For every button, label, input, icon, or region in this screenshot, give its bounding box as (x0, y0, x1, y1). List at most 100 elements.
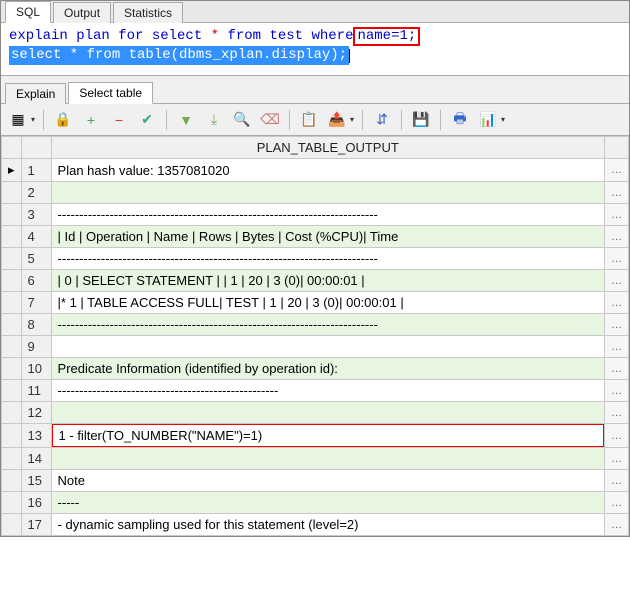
table-row[interactable]: 12… (2, 402, 629, 424)
tab-select-table[interactable]: Select table (68, 82, 153, 104)
sql-editor[interactable]: explain plan for select * from test wher… (1, 23, 629, 76)
cell-plan-output[interactable]: Note (51, 470, 604, 492)
table-row[interactable]: 3---------------------------------------… (2, 204, 629, 226)
save-icon[interactable]: 💾 (410, 109, 432, 131)
row-overflow[interactable]: … (605, 182, 629, 204)
row-number-header (21, 137, 51, 159)
cell-plan-output[interactable]: | Id | Operation | Name | Rows | Bytes |… (51, 226, 604, 248)
table-row[interactable]: ▸1Plan hash value: 1357081020… (2, 159, 629, 182)
cell-plan-output[interactable]: Plan hash value: 1357081020 (51, 159, 604, 182)
dropdown-icon[interactable]: ▾ (350, 115, 354, 124)
cell-plan-output[interactable] (51, 182, 604, 204)
sql-text: * (211, 28, 219, 44)
cell-plan-output[interactable]: ----------------------------------------… (51, 204, 604, 226)
dropdown-icon[interactable]: ▾ (31, 115, 35, 124)
row-number: 13 (21, 424, 51, 448)
row-overflow[interactable]: … (605, 380, 629, 402)
row-number: 9 (21, 336, 51, 358)
add-icon[interactable]: + (80, 109, 102, 131)
row-overflow[interactable]: … (605, 314, 629, 336)
table-row[interactable]: 8---------------------------------------… (2, 314, 629, 336)
table-row[interactable]: 17 - dynamic sampling used for this stat… (2, 514, 629, 536)
fetch-next-icon[interactable]: ▼ (175, 109, 197, 131)
row-overflow[interactable]: … (605, 402, 629, 424)
sql-text: explain plan for select (9, 28, 211, 44)
cell-plan-output[interactable]: 1 - filter(TO_NUMBER("NAME")=1) (51, 424, 604, 448)
find-icon[interactable]: 🔍 (231, 109, 253, 131)
fetch-all-icon[interactable]: ⤓ (203, 109, 225, 131)
row-overflow[interactable]: … (605, 358, 629, 380)
row-overflow[interactable]: … (605, 336, 629, 358)
chart-icon[interactable]: 📊 (477, 109, 499, 131)
table-row[interactable]: 6| 0 | SELECT STATEMENT | | 1 | 20 | 3 (… (2, 270, 629, 292)
table-row[interactable]: 13 1 - filter(TO_NUMBER("NAME")=1)… (2, 424, 629, 448)
row-overflow[interactable]: … (605, 492, 629, 514)
lock-icon[interactable]: 🔒 (52, 109, 74, 131)
table-row[interactable]: 5---------------------------------------… (2, 248, 629, 270)
row-overflow[interactable]: … (605, 159, 629, 182)
row-indicator (2, 358, 22, 380)
row-indicator: ▸ (2, 159, 22, 182)
commit-icon[interactable]: ✔ (136, 109, 158, 131)
export-icon[interactable]: 📤 (326, 109, 348, 131)
table-row[interactable]: 14 … (2, 448, 629, 470)
dropdown-icon[interactable]: ▾ (501, 115, 505, 124)
clear-icon[interactable]: ⌫ (259, 109, 281, 131)
table-row[interactable]: 7|* 1 | TABLE ACCESS FULL| TEST | 1 | 20… (2, 292, 629, 314)
cell-plan-output[interactable]: | 0 | SELECT STATEMENT | | 1 | 20 | 3 (0… (51, 270, 604, 292)
main-tabs: SQL Output Statistics (1, 1, 629, 23)
row-overflow[interactable]: … (605, 248, 629, 270)
column-header[interactable]: PLAN_TABLE_OUTPUT (51, 137, 604, 159)
tab-sql[interactable]: SQL (5, 1, 51, 23)
row-overflow[interactable]: … (605, 270, 629, 292)
remove-icon[interactable]: − (108, 109, 130, 131)
table-row[interactable]: 10Predicate Information (identified by o… (2, 358, 629, 380)
column-overflow (605, 137, 629, 159)
tab-output[interactable]: Output (53, 2, 111, 23)
cell-plan-output[interactable]: - dynamic sampling used for this stateme… (51, 514, 604, 536)
query-builder-icon[interactable]: ⇵ (371, 109, 393, 131)
cell-plan-output[interactable]: ----------------------------------------… (51, 248, 604, 270)
row-indicator (2, 182, 22, 204)
table-row[interactable]: 15Note… (2, 470, 629, 492)
row-overflow[interactable]: … (605, 448, 629, 470)
row-indicator (2, 226, 22, 248)
cell-plan-output[interactable] (51, 402, 604, 424)
row-number: 10 (21, 358, 51, 380)
row-overflow[interactable]: … (605, 226, 629, 248)
cell-plan-output[interactable]: |* 1 | TABLE ACCESS FULL| TEST | 1 | 20 … (51, 292, 604, 314)
tab-explain[interactable]: Explain (5, 83, 66, 104)
row-overflow[interactable]: … (605, 204, 629, 226)
grid-toolbar: ▦▾ 🔒 + − ✔ ▼ ⤓ 🔍 ⌫ 📋 📤▾ ⇵ 💾 🖶 📊▾ (1, 104, 629, 136)
row-indicator (2, 248, 22, 270)
result-grid[interactable]: PLAN_TABLE_OUTPUT ▸1Plan hash value: 135… (1, 136, 629, 536)
cell-plan-output[interactable]: Predicate Information (identified by ope… (51, 358, 604, 380)
table-row[interactable]: 4| Id | Operation | Name | Rows | Bytes … (2, 226, 629, 248)
print-icon[interactable]: 🖶 (449, 109, 471, 131)
row-indicator (2, 448, 22, 470)
row-overflow[interactable]: … (605, 514, 629, 536)
table-row[interactable]: 16-----… (2, 492, 629, 514)
row-overflow[interactable]: … (605, 424, 629, 448)
cell-plan-output[interactable] (51, 336, 604, 358)
highlighted-predicate: name=1; (353, 27, 420, 46)
table-row[interactable]: 2… (2, 182, 629, 204)
cell-plan-output[interactable]: ----------------------------------------… (51, 314, 604, 336)
cell-plan-output[interactable]: ----- (51, 492, 604, 514)
table-row[interactable]: 9… (2, 336, 629, 358)
grid-layout-icon[interactable]: ▦ (7, 109, 29, 131)
row-indicator (2, 492, 22, 514)
sql-text: from test where (219, 28, 353, 44)
row-indicator (2, 314, 22, 336)
table-row[interactable]: 11--------------------------------------… (2, 380, 629, 402)
row-number: 6 (21, 270, 51, 292)
row-overflow[interactable]: … (605, 292, 629, 314)
cell-plan-output[interactable]: ----------------------------------------… (51, 380, 604, 402)
row-indicator (2, 402, 22, 424)
row-overflow[interactable]: … (605, 470, 629, 492)
row-number: 17 (21, 514, 51, 536)
copy-icon[interactable]: 📋 (298, 109, 320, 131)
tab-statistics[interactable]: Statistics (113, 2, 183, 23)
cell-plan-output[interactable] (51, 448, 604, 470)
row-number: 14 (21, 448, 51, 470)
